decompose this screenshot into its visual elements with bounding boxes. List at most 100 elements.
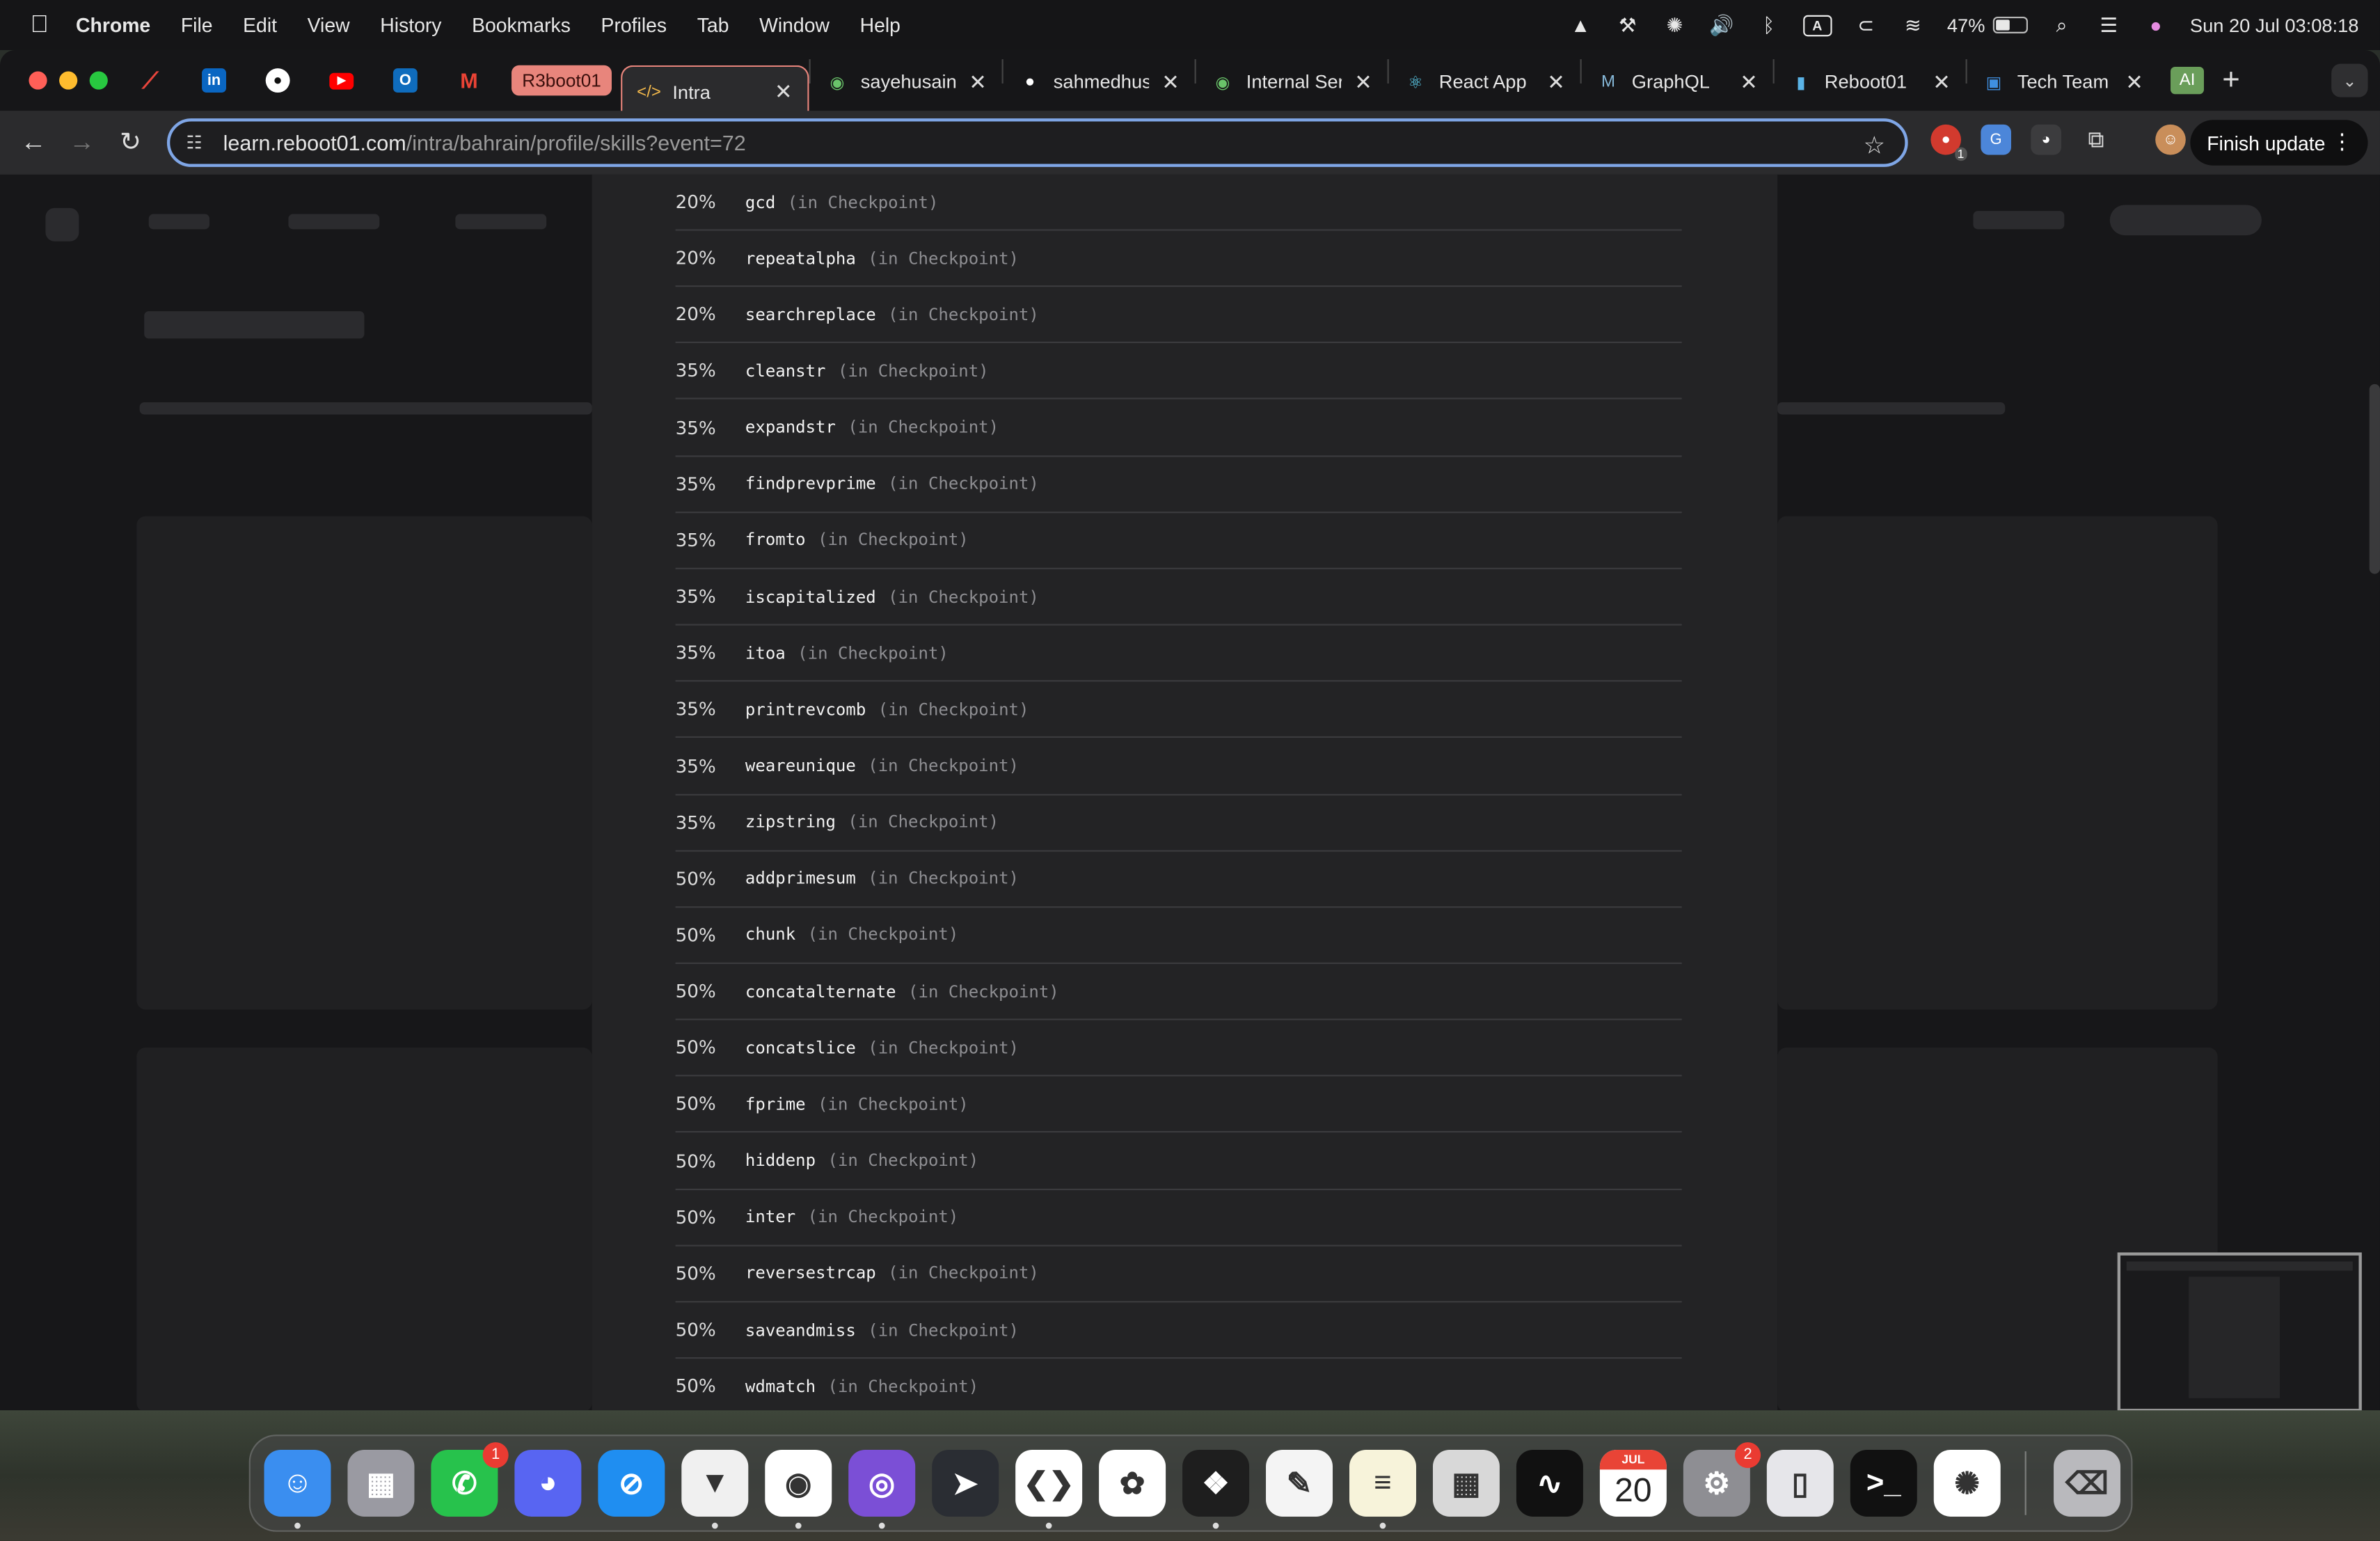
dock-chrome[interactable]: ◉ (765, 1449, 832, 1529)
url-text[interactable]: learn.reboot01.com/intra/bahrain/profile… (223, 131, 746, 155)
clock[interactable]: Sun 20 Jul 03:08:18 (2190, 15, 2359, 36)
tab-intra[interactable]: </> Intra ✕ (621, 65, 809, 117)
battery-indicator[interactable]: 47% (1947, 15, 2028, 35)
pinned-tab-linkedin[interactable]: in (193, 61, 235, 100)
back-button[interactable]: ← (18, 127, 49, 158)
extension-alert-icon[interactable]: ● 1 (1930, 124, 1967, 161)
tab-graphql[interactable]: M GraphQL ✕ (1582, 59, 1773, 104)
dock-finder[interactable]: ☺ (264, 1449, 331, 1529)
profile-avatar[interactable]: ☺ (2155, 124, 2186, 155)
close-window-button[interactable] (29, 71, 47, 90)
ai-tab-group[interactable]: AI (2171, 66, 2205, 95)
tab-title: Reboot01 (1824, 71, 1907, 93)
tab-group-label[interactable]: R3boot01 (511, 65, 612, 96)
zoom-window-button[interactable] (89, 71, 108, 90)
pinned-tab-gmail[interactable]: M (447, 61, 490, 100)
pinned-tab-feather[interactable]: ⟋ (129, 61, 171, 100)
menu-edit[interactable]: Edit (243, 14, 277, 37)
pinned-tab-outlook[interactable]: O (384, 61, 427, 100)
skill-name: printrevcomb (745, 700, 866, 720)
screenshot-thumbnail[interactable] (2117, 1252, 2362, 1412)
tab-close-icon[interactable]: ✕ (1740, 69, 1758, 95)
dock-trash[interactable]: ⌫ (2054, 1449, 2121, 1517)
openai-status-icon[interactable]: ✺ (1662, 13, 1688, 36)
skills-panel: 20% gcd (in Checkpoint) 20% repeatalpha (in C… (592, 174, 1778, 1411)
bookmark-star-icon[interactable]: ☆ (1864, 131, 1885, 161)
menu-app-name[interactable]: Chrome (76, 14, 150, 37)
finish-update-button[interactable]: Finish update ⋮ (2190, 120, 2368, 166)
dock-calendar[interactable]: JUL 20 (1599, 1449, 1667, 1517)
spotlight-icon[interactable]: ⌕ (2049, 13, 2074, 36)
tab-react-app[interactable]: ⚛ React App ✕ (1389, 59, 1580, 104)
battery-fill (1995, 19, 2010, 31)
menu-tab[interactable]: Tab (697, 14, 729, 37)
dock-vscode[interactable]: ❮❯ (1015, 1449, 1083, 1529)
input-source-icon[interactable]: A (1802, 14, 1832, 36)
minimize-window-button[interactable] (59, 71, 78, 90)
tab-close-icon[interactable]: ✕ (1933, 69, 1951, 95)
pinned-tab-github[interactable]: ● (257, 61, 299, 100)
control-center-icon[interactable]: ☰ (2096, 13, 2122, 36)
paperclip-icon[interactable]: ⊂ (1853, 13, 1879, 36)
tab-tech-team-a[interactable]: ▣ Tech Team A ✕ (1967, 59, 2159, 104)
volume-icon[interactable]: 🔊 (1708, 13, 1734, 36)
tab-close-icon[interactable]: ✕ (775, 79, 793, 104)
tab-close-icon[interactable]: ✕ (969, 69, 987, 95)
extensions-puzzle-icon[interactable]: ⧉ (2081, 125, 2111, 155)
skill-name: itoa (745, 643, 786, 663)
dock-send[interactable]: ➤ (932, 1449, 999, 1517)
tab-reboot01[interactable]: ▮ Reboot01 ✕ (1775, 59, 1966, 104)
translate-extension-icon[interactable]: G (1981, 124, 2011, 155)
page-scrollbar[interactable] (2369, 384, 2380, 574)
tab-sahmedhuss[interactable]: ● sahmedhuss ✕ (1003, 59, 1195, 104)
mascot-extension-icon[interactable]: ◕ (2031, 124, 2061, 155)
dock-figma[interactable]: ❖ (1182, 1449, 1250, 1529)
dock-terminal[interactable]: >_ (1850, 1449, 1917, 1517)
menu-history[interactable]: History (380, 14, 441, 37)
wifi-icon[interactable]: ≋ (1900, 13, 1926, 36)
menu-profiles[interactable]: Profiles (601, 14, 667, 37)
tab-close-icon[interactable]: ✕ (1354, 69, 1372, 95)
dock-chatgpt[interactable]: ✺ (1933, 1449, 2001, 1517)
dock-whatsapp[interactable]: ✆ 1 (431, 1442, 509, 1517)
address-bar[interactable]: ☷ learn.reboot01.com/intra/bahrain/profi… (166, 118, 1908, 167)
menu-help[interactable]: Help (860, 14, 901, 37)
skill-context: (in Checkpoint) (868, 1038, 1019, 1058)
bluetooth-icon[interactable]: ᛒ (1756, 14, 1782, 37)
menu-file[interactable]: File (181, 14, 213, 37)
menu-view[interactable]: View (308, 14, 350, 37)
siri-icon[interactable]: ● (2143, 14, 2168, 37)
dock-activity-monitor[interactable]: ∿ (1516, 1449, 1583, 1517)
skill-row: 20% repeatalpha (in Checkpoint) (675, 231, 1682, 287)
graphql-icon: M (1601, 72, 1615, 91)
dock-launchpad[interactable]: ▦ (347, 1449, 415, 1517)
dock-brave[interactable]: ▼ (681, 1449, 749, 1529)
reload-button[interactable]: ↻ (116, 127, 146, 158)
dock-iphone-mirroring[interactable]: ▯ (1766, 1449, 1834, 1517)
tab-sayehusain[interactable]: ◉ sayehusain/ ✕ (811, 59, 1002, 104)
forward-button[interactable]: → (67, 127, 97, 158)
tab-search-button[interactable]: ⌄ (2331, 63, 2368, 97)
drive-icon[interactable]: ▲ (1568, 14, 1594, 37)
dock-safari[interactable]: ⊘ (598, 1449, 665, 1517)
menu-bookmarks[interactable]: Bookmarks (472, 14, 571, 37)
site-info-icon[interactable]: ☷ (184, 132, 205, 154)
dock-calculator[interactable]: ▦ (1432, 1449, 1500, 1517)
dock-discord[interactable]: ◕ (514, 1449, 582, 1517)
new-tab-button[interactable]: + (2222, 63, 2239, 98)
tab-close-icon[interactable]: ✕ (2125, 69, 2143, 95)
dock-github-desktop[interactable]: ◎ (848, 1449, 916, 1529)
pinned-tab-youtube[interactable]: ▶ (320, 61, 363, 100)
dock-system-settings[interactable]: ⚙ 2 (1683, 1442, 1761, 1517)
apple-menu-icon[interactable]:  (26, 11, 53, 38)
tab-internal-serv[interactable]: ◉ Internal Serv ✕ (1196, 59, 1388, 104)
tab-close-icon[interactable]: ✕ (1547, 69, 1565, 95)
dock-notes[interactable]: ≡ (1349, 1449, 1416, 1529)
menu-window[interactable]: Window (759, 14, 830, 37)
toolbar: ← → ↻ ☷ learn.reboot01.com/intra/bahrain… (0, 111, 2380, 175)
notes-icon: ≡ (1374, 1465, 1392, 1499)
tab-close-icon[interactable]: ✕ (1161, 69, 1180, 95)
wrench-icon[interactable]: ⚒ (1615, 13, 1640, 36)
dock-freeform[interactable]: ✎ (1266, 1449, 1333, 1517)
dock-photos[interactable]: ✿ (1099, 1449, 1166, 1517)
